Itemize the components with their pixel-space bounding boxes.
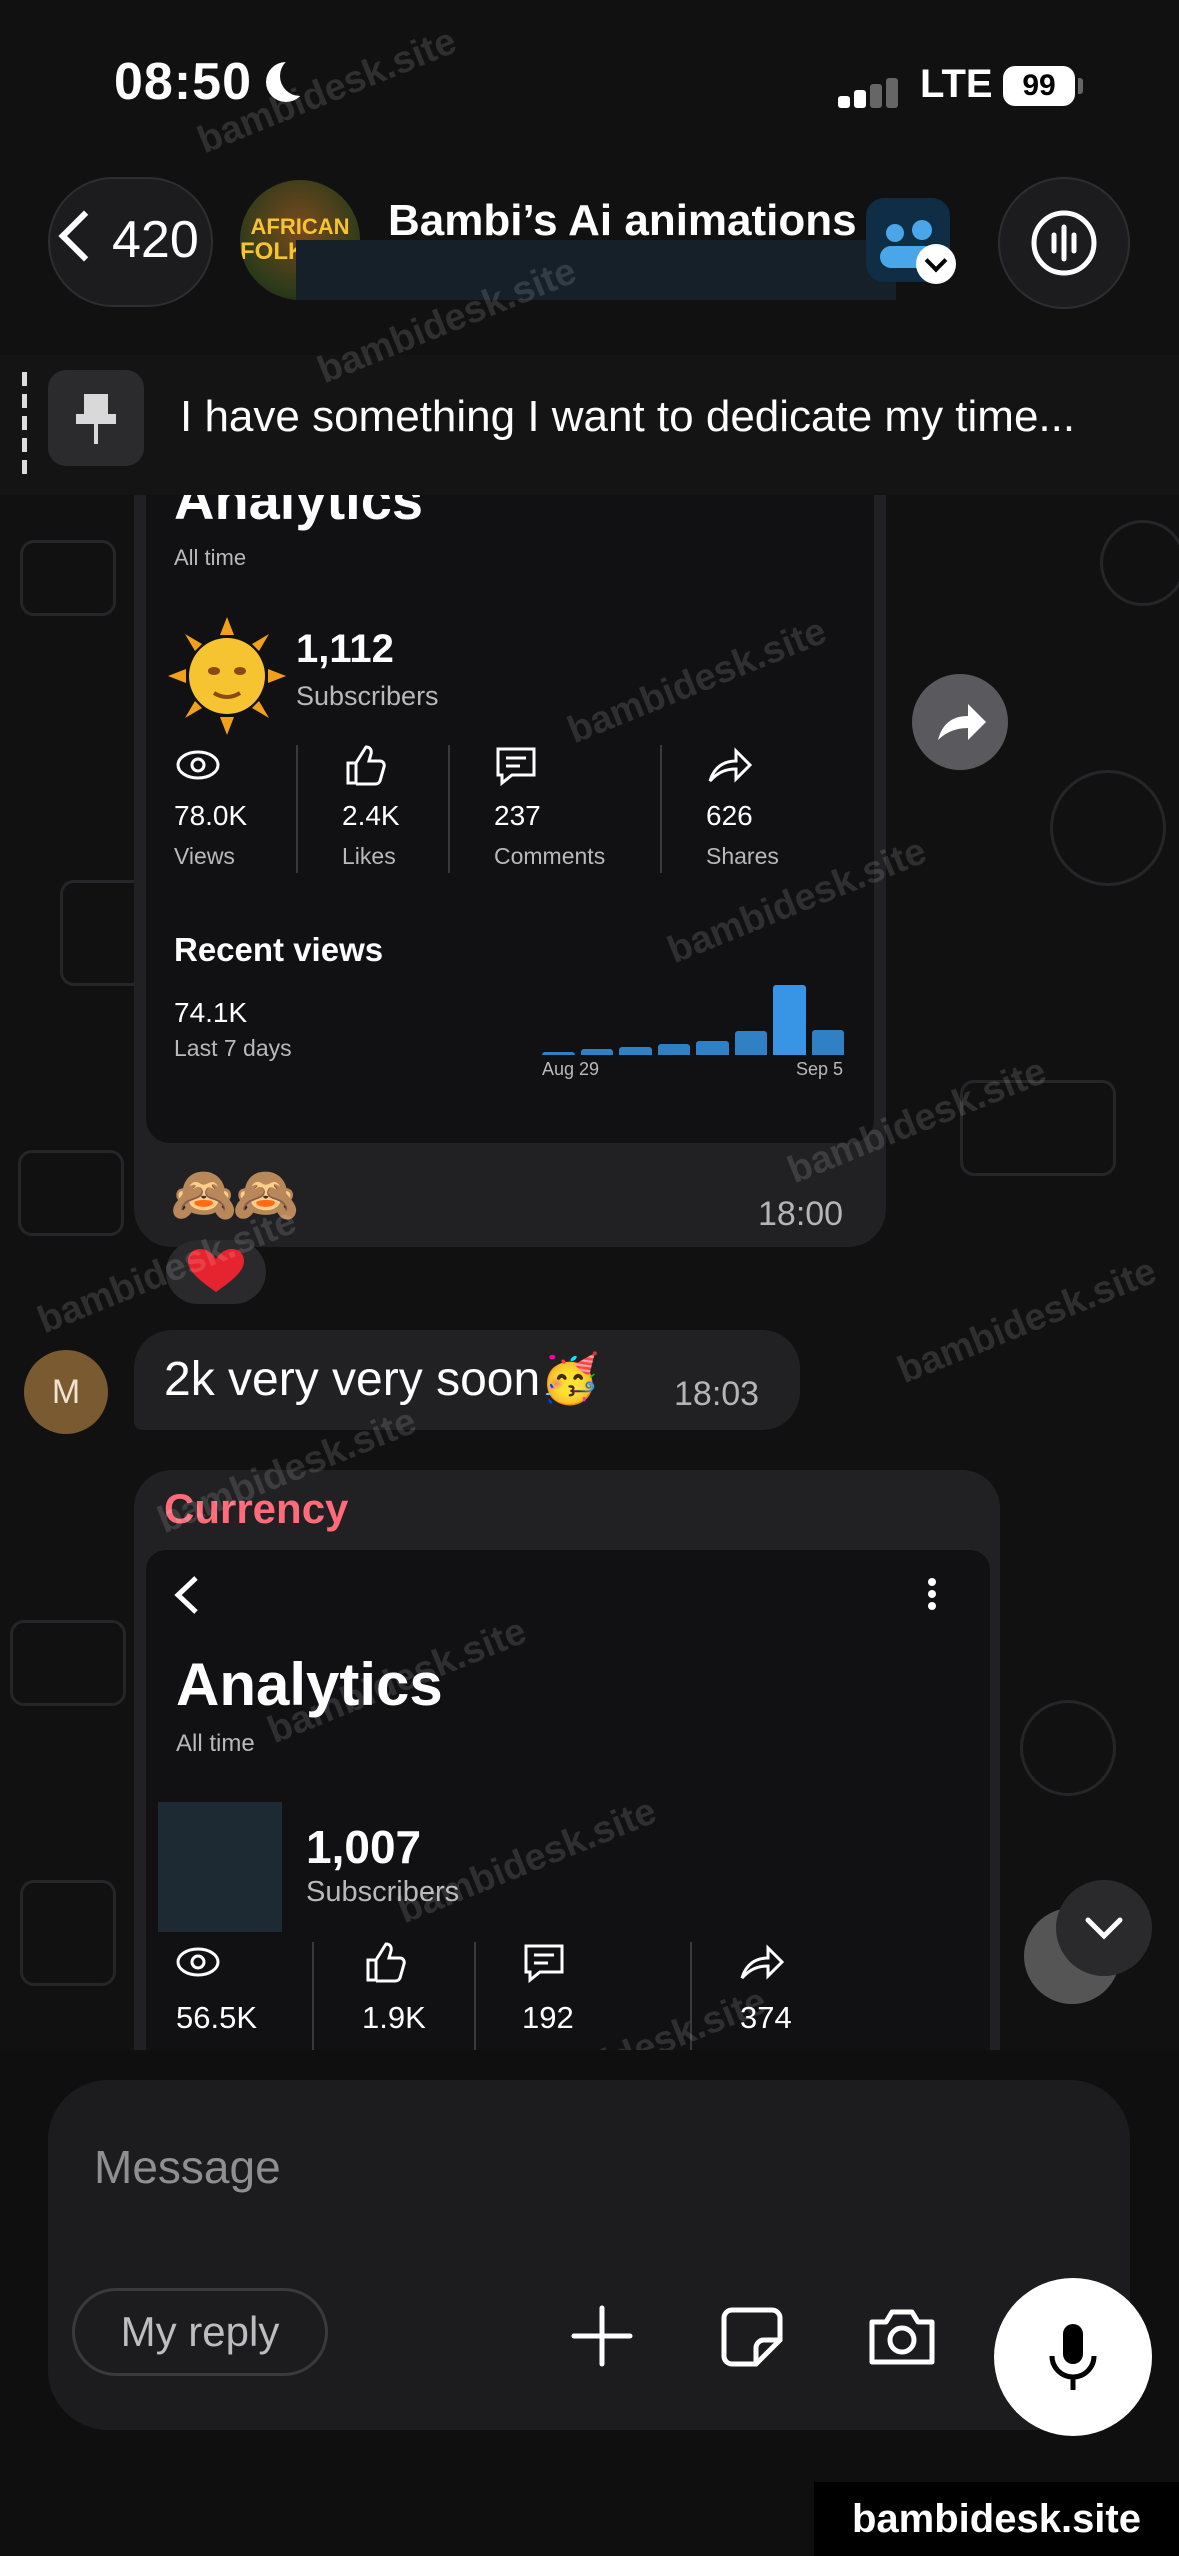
chart-bar bbox=[580, 1049, 613, 1055]
user-avatar[interactable]: M bbox=[24, 1350, 108, 1434]
chart-bar bbox=[619, 1046, 652, 1055]
thumbs-up-icon bbox=[346, 745, 386, 786]
pinned-indicator bbox=[22, 372, 27, 482]
watermark-label: bambidesk.site bbox=[814, 2482, 1179, 2556]
wallpaper-doodle bbox=[1050, 770, 1166, 886]
divider bbox=[448, 745, 450, 873]
message-input[interactable] bbox=[48, 2080, 1130, 2430]
my-reply-button[interactable]: My reply bbox=[72, 2288, 328, 2376]
chevron-down-icon bbox=[1085, 1917, 1123, 1940]
status-bar: 08:50 LTE 99 bbox=[0, 0, 1179, 170]
comment-icon bbox=[524, 1944, 564, 1984]
chart-start-label: Aug 29 bbox=[542, 1059, 600, 1079]
comments-value: 237 bbox=[494, 800, 541, 831]
likes-label: Likes bbox=[342, 843, 396, 869]
battery-tip bbox=[1078, 78, 1083, 94]
range-label: All time bbox=[176, 1730, 255, 1757]
sun-emoji bbox=[168, 617, 286, 735]
message-time: 18:00 bbox=[758, 1195, 844, 1233]
chart-bar bbox=[657, 1043, 690, 1055]
comments-label: Comments bbox=[494, 843, 606, 869]
unread-count: 420 bbox=[112, 211, 199, 269]
wallpaper-doodle bbox=[20, 1880, 116, 1986]
chart-bar bbox=[542, 1052, 575, 1055]
camera-icon[interactable] bbox=[864, 2300, 940, 2372]
analytics-screenshot[interactable]: Analytics All time 1,112 Subscribers 78.… bbox=[146, 495, 874, 1143]
divider bbox=[312, 1942, 314, 2062]
signal-icon bbox=[838, 78, 898, 108]
range-label: All time bbox=[174, 545, 247, 570]
see-no-evil-emoji: 🙈 bbox=[170, 1165, 238, 1225]
channel-avatar-text: AFRICAN bbox=[250, 214, 350, 239]
chart-bar bbox=[734, 1031, 767, 1055]
shares-value: 626 bbox=[706, 800, 753, 831]
subscribers-value: 1,112 bbox=[296, 627, 394, 671]
subscribers-label: Subscribers bbox=[296, 681, 439, 711]
comments-value: 192 bbox=[522, 2000, 574, 2035]
battery-indicator: 99 bbox=[1003, 66, 1075, 106]
divider bbox=[474, 1942, 476, 2062]
channel-title[interactable]: Bambi’s Ai animations bbox=[388, 196, 857, 246]
likes-value: 1.9K bbox=[362, 2000, 426, 2035]
likes-value: 2.4K bbox=[342, 800, 400, 831]
more-vertical-icon bbox=[928, 1578, 936, 1610]
chart-end-label: Sep 5 bbox=[796, 1059, 844, 1079]
wallpaper-doodle bbox=[20, 540, 116, 616]
pinned-message-text: I have something I want to dedicate my t… bbox=[180, 392, 1076, 441]
views-value: 78.0K bbox=[174, 800, 248, 831]
shares-label: Shares bbox=[706, 843, 779, 869]
voice-chat-icon bbox=[1031, 210, 1097, 276]
forward-icon bbox=[938, 704, 986, 740]
wallpaper-doodle bbox=[18, 1150, 124, 1236]
share-icon bbox=[708, 747, 752, 783]
chevron-left-icon bbox=[174, 1576, 198, 1614]
plus-icon[interactable] bbox=[566, 2300, 638, 2372]
wallpaper-doodle bbox=[1100, 520, 1179, 606]
chevron-down-icon[interactable] bbox=[916, 244, 956, 284]
views-value: 56.5K bbox=[176, 2000, 258, 2035]
subscribers-value: 1,007 bbox=[306, 1821, 422, 1873]
voice-chat-button[interactable] bbox=[998, 177, 1130, 309]
redacted-avatar bbox=[158, 1802, 282, 1932]
chart-bar bbox=[811, 1029, 844, 1055]
recent-views-title: Recent views bbox=[174, 931, 384, 968]
message-placeholder: Message bbox=[94, 2141, 281, 2193]
message-time: 18:03 bbox=[674, 1375, 760, 1413]
analytics-screenshot[interactable]: Analytics All time 1,007 Subscribers 56.… bbox=[146, 1550, 990, 2070]
divider bbox=[660, 745, 662, 873]
redacted-subtitle bbox=[296, 240, 896, 300]
recent-views-value: 74.1K bbox=[174, 997, 248, 1028]
thumbs-up-icon bbox=[366, 1942, 406, 1983]
analytics-title: Analytics bbox=[174, 495, 423, 531]
wallpaper-doodle bbox=[1020, 1700, 1116, 1796]
network-type: LTE bbox=[920, 62, 993, 106]
comment-icon bbox=[496, 747, 536, 787]
status-time: 08:50 bbox=[114, 53, 252, 111]
microphone-icon bbox=[1049, 2324, 1097, 2390]
eye-icon bbox=[176, 750, 220, 780]
chart-bar bbox=[696, 1041, 729, 1055]
share-icon bbox=[740, 1944, 784, 1980]
forward-button[interactable] bbox=[912, 674, 1008, 770]
scroll-down-button[interactable] bbox=[1056, 1880, 1152, 1976]
eye-icon bbox=[176, 1947, 220, 1977]
microphone-button[interactable] bbox=[994, 2278, 1152, 2436]
message-text: 2k very very soon🥳 bbox=[164, 1353, 600, 1406]
wallpaper-doodle bbox=[10, 1620, 126, 1706]
recent-views-sub: Last 7 days bbox=[174, 1035, 292, 1061]
recent-views-chart bbox=[542, 985, 844, 1055]
pin-icon bbox=[48, 370, 144, 466]
divider bbox=[296, 745, 298, 873]
chart-bar bbox=[773, 985, 806, 1055]
sticker-icon[interactable] bbox=[716, 2300, 788, 2372]
views-label: Views bbox=[174, 843, 235, 869]
